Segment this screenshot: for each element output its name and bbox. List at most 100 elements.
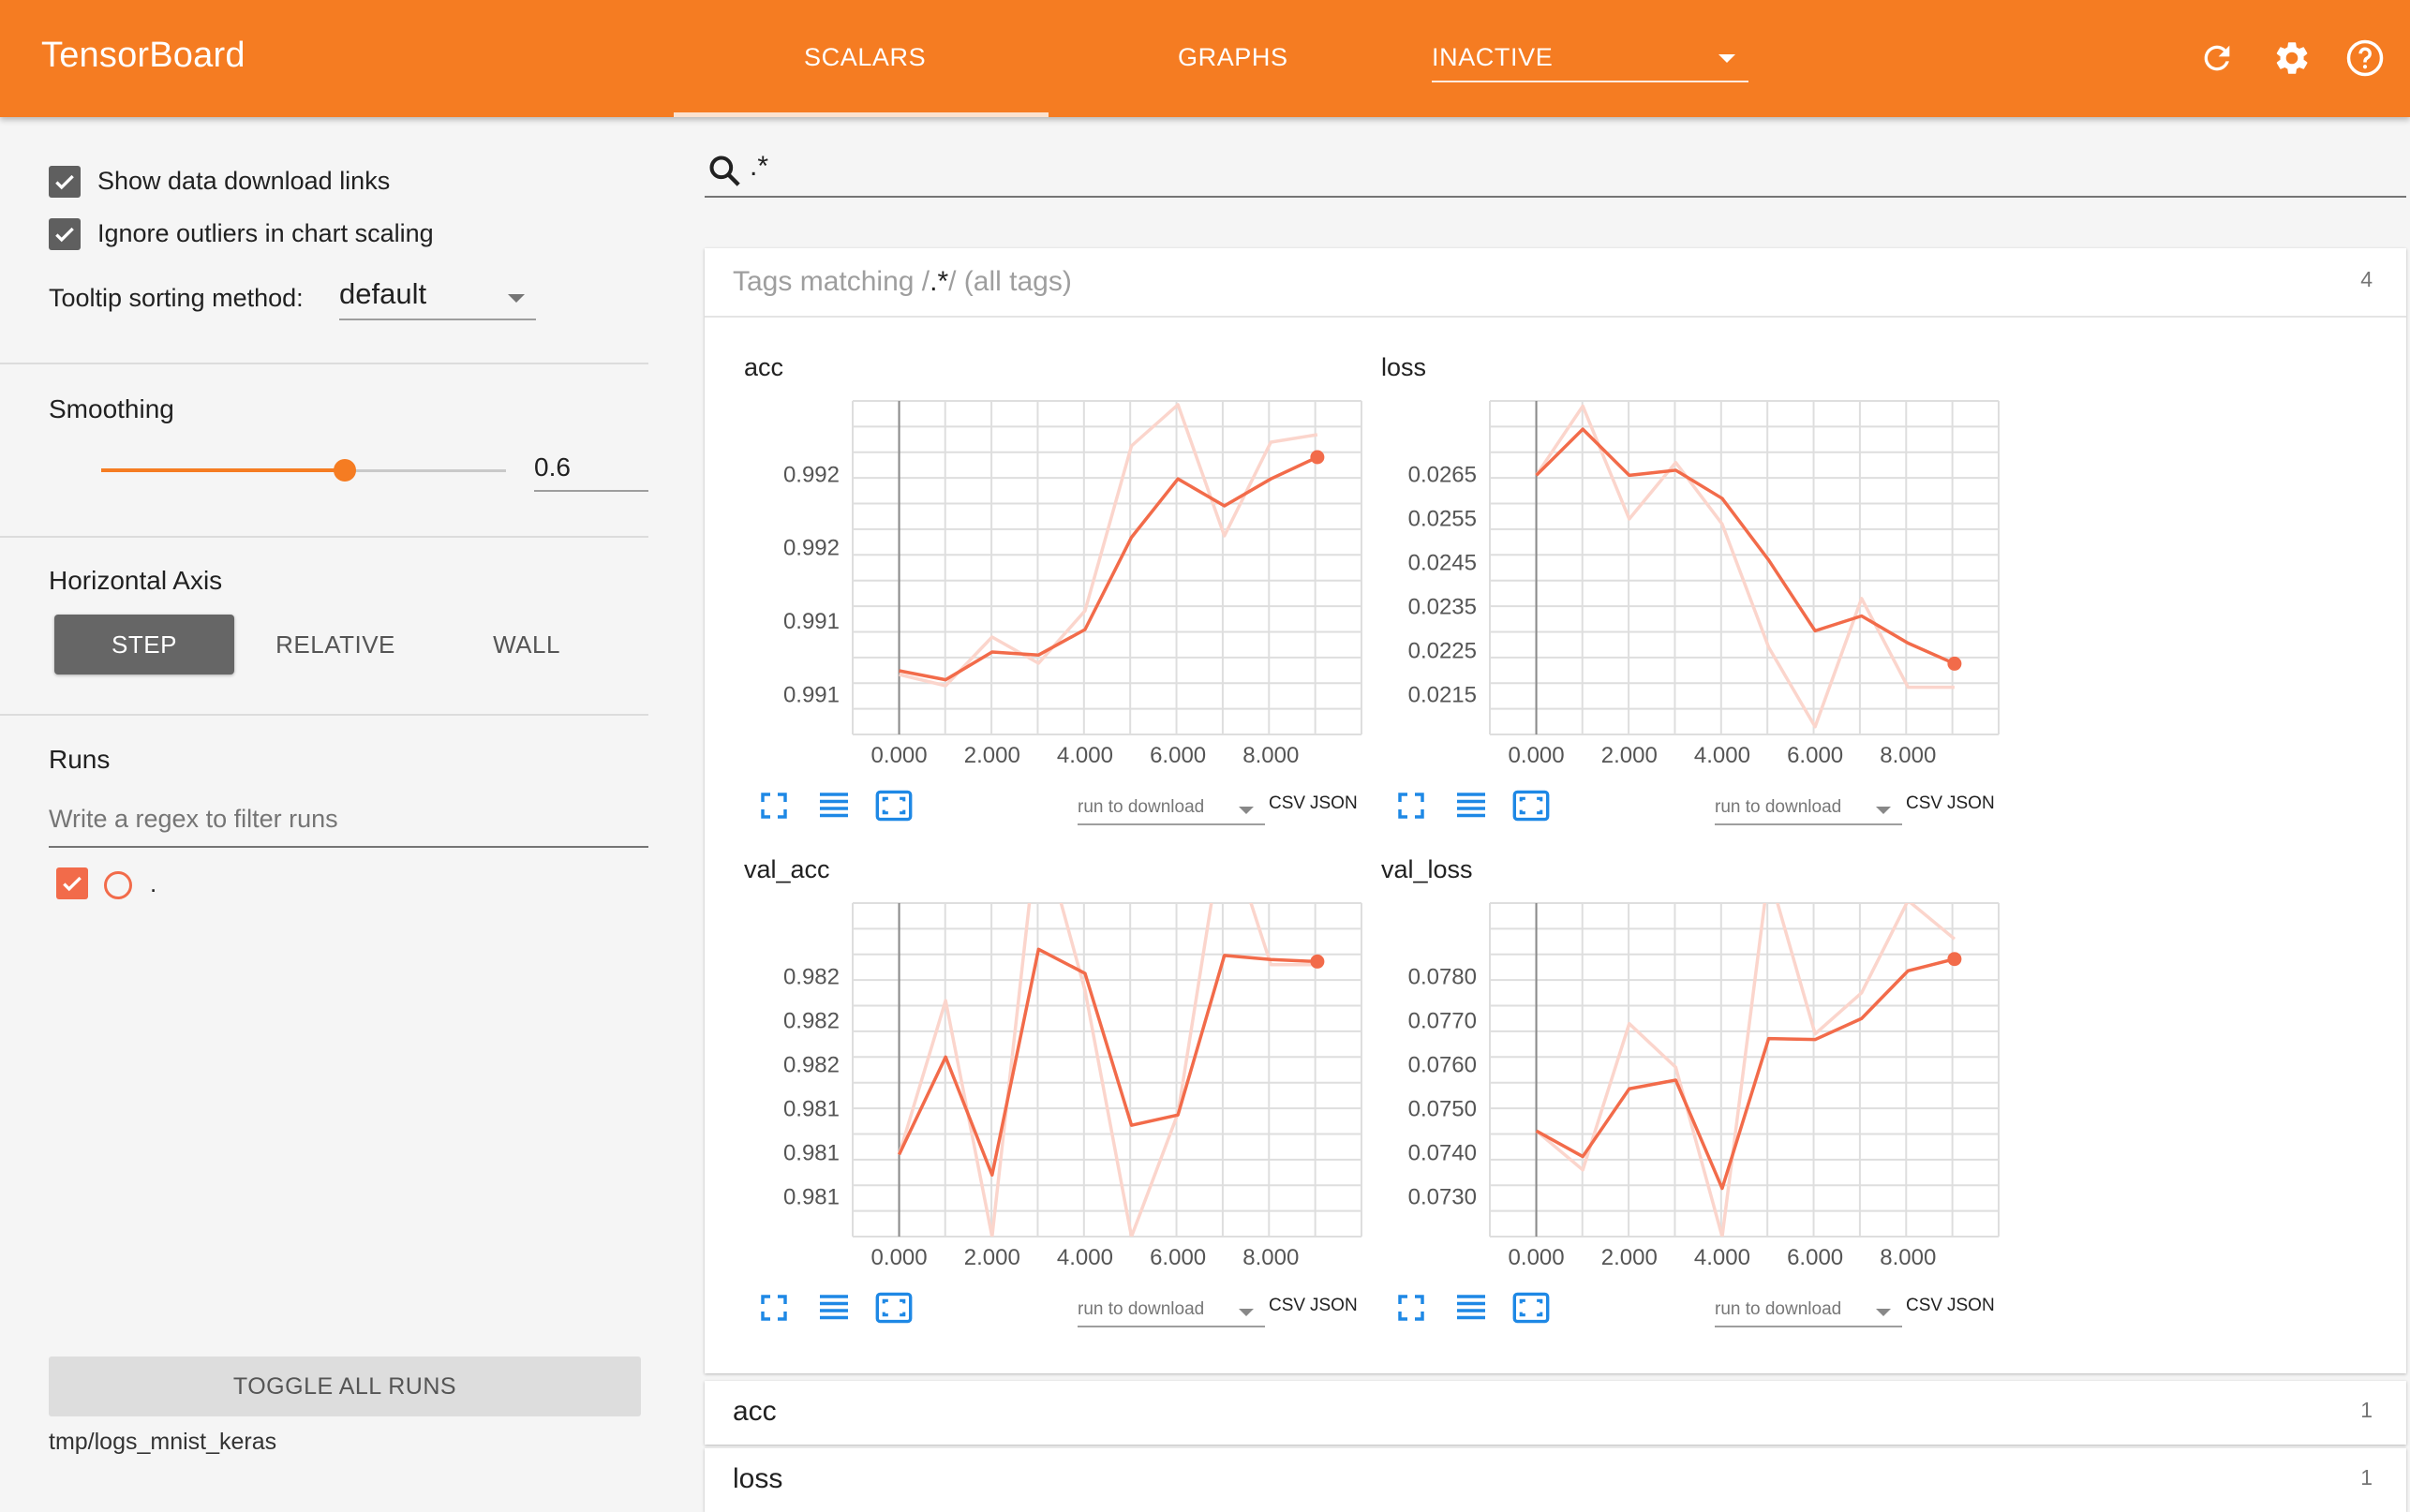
y-tick-label: 0.981 bbox=[783, 1096, 840, 1121]
settings-gear-icon[interactable] bbox=[2271, 37, 2313, 79]
tag-group-suffix: / (all tags) bbox=[948, 266, 1072, 297]
download-json-link[interactable]: JSON bbox=[1947, 793, 1995, 814]
y-tick-label: 0.991 bbox=[783, 609, 840, 634]
download-json-link[interactable]: JSON bbox=[1310, 793, 1358, 814]
y-tick-label: 0.0740 bbox=[1408, 1140, 1477, 1165]
download-csv-link[interactable]: CSV bbox=[1906, 1296, 1942, 1316]
chart-acc[interactable]: 0.991 0.991 0.992 0.992 0.000 2.000 4.000 6.000… bbox=[740, 384, 1377, 783]
tooltip-sorting-select[interactable]: default bbox=[339, 277, 536, 320]
fullscreen-icon[interactable] bbox=[755, 787, 793, 824]
ignore-outliers-label: Ignore outliers in chart scaling bbox=[97, 219, 434, 247]
toggle-log-scale-icon[interactable] bbox=[815, 787, 853, 824]
tag-group-count: 4 bbox=[2360, 267, 2373, 291]
fit-domain-icon[interactable] bbox=[875, 1289, 913, 1327]
toggle-log-scale-icon[interactable] bbox=[1452, 1289, 1490, 1327]
tab-scalars[interactable]: SCALARS bbox=[804, 43, 926, 72]
toggle-log-scale-icon[interactable] bbox=[815, 1289, 853, 1327]
tag-group-header[interactable]: Tags matching /.*/ (all tags) 4 bbox=[705, 248, 2406, 318]
chart-title-val-acc: val_acc bbox=[744, 855, 830, 883]
toggle-all-runs-button[interactable]: TOGGLE ALL RUNS bbox=[49, 1356, 641, 1416]
run-to-download-select[interactable]: run to download bbox=[1078, 1292, 1265, 1327]
download-json-link[interactable]: JSON bbox=[1947, 1296, 1995, 1316]
run-to-download-select[interactable]: run to download bbox=[1715, 1292, 1902, 1327]
x-tick-label: 8.000 bbox=[1242, 743, 1299, 768]
download-json-link[interactable]: JSON bbox=[1310, 1296, 1358, 1316]
divider bbox=[0, 714, 648, 716]
raw-series-line bbox=[1535, 404, 1955, 729]
run-to-download-select[interactable]: run to download bbox=[1715, 790, 1902, 825]
y-tick-label: 0.0215 bbox=[1408, 682, 1477, 707]
smoothing-slider-knob[interactable] bbox=[334, 459, 356, 482]
collapsed-group-title: loss bbox=[733, 1463, 783, 1494]
y-tick-label: 0.0225 bbox=[1408, 638, 1477, 663]
collapsed-group-acc[interactable]: acc 1 bbox=[705, 1381, 2406, 1445]
tooltip-sorting-label: Tooltip sorting method: bbox=[49, 284, 304, 312]
chart-val-acc[interactable]: 0.981 0.981 0.981 0.982 0.982 0.982 0.000 2.000… bbox=[740, 886, 1377, 1285]
tooltip-sorting-value: default bbox=[339, 277, 427, 310]
fullscreen-icon[interactable] bbox=[1392, 1289, 1430, 1327]
help-icon[interactable] bbox=[2344, 37, 2386, 79]
run-color-radio[interactable] bbox=[104, 871, 132, 899]
smoothing-value-input[interactable]: 0.6 bbox=[534, 452, 648, 492]
axis-relative-button[interactable]: RELATIVE bbox=[245, 615, 425, 674]
sidebar: Show data download links Ignore outliers… bbox=[0, 117, 648, 1497]
show-download-links-checkbox[interactable] bbox=[49, 166, 81, 198]
download-csv-link[interactable]: CSV bbox=[1269, 1296, 1305, 1316]
y-tick-label: 0.0255 bbox=[1408, 506, 1477, 531]
chart-val-loss[interactable]: 0.0730 0.0740 0.0750 0.0760 0.0770 0.0780 0.00… bbox=[1377, 886, 2015, 1285]
x-tick-label: 4.000 bbox=[1694, 743, 1750, 768]
dropdown-caret-icon bbox=[1239, 1309, 1254, 1316]
x-tick-label: 6.000 bbox=[1150, 1245, 1206, 1270]
show-download-links-label: Show data download links bbox=[97, 167, 391, 195]
tag-filter-search[interactable]: .* bbox=[705, 143, 2406, 198]
y-tick-label: 0.0750 bbox=[1408, 1096, 1477, 1121]
axis-wall-button[interactable]: WALL bbox=[437, 615, 617, 674]
top-app-bar: TensorBoard SCALARS GRAPHS INACTIVE bbox=[0, 0, 2410, 117]
x-tick-label: 4.000 bbox=[1694, 1245, 1750, 1270]
fullscreen-icon[interactable] bbox=[1392, 787, 1430, 824]
download-csv-link[interactable]: CSV bbox=[1906, 793, 1942, 814]
y-tick-label: 0.0245 bbox=[1408, 550, 1477, 575]
chart-grid bbox=[852, 902, 1362, 1238]
inactive-dashboards-select[interactable]: INACTIVE bbox=[1432, 43, 1748, 82]
chart-loss[interactable]: 0.0215 0.0225 0.0235 0.0245 0.0255 0.0265 0.00… bbox=[1377, 384, 2015, 783]
search-icon bbox=[709, 156, 740, 186]
x-tick-label: 2.000 bbox=[1601, 743, 1658, 768]
runs-filter-placeholder: Write a regex to filter runs bbox=[49, 805, 338, 833]
x-tick-label: 4.000 bbox=[1057, 743, 1113, 768]
smoothed-series-line bbox=[899, 455, 1318, 682]
dropdown-caret-icon bbox=[508, 294, 525, 303]
raw-series-line bbox=[899, 403, 1318, 688]
runs-label: Runs bbox=[49, 745, 111, 774]
last-point-marker bbox=[1947, 952, 1962, 967]
x-tick-label: 2.000 bbox=[964, 1245, 1020, 1270]
y-tick-label: 0.991 bbox=[783, 682, 840, 707]
x-tick-label: 2.000 bbox=[964, 743, 1020, 768]
search-input-value[interactable]: .* bbox=[750, 151, 768, 183]
fullscreen-icon[interactable] bbox=[755, 1289, 793, 1327]
fit-domain-icon[interactable] bbox=[1512, 1289, 1550, 1327]
dropdown-caret-icon bbox=[1876, 1309, 1891, 1316]
fit-domain-icon[interactable] bbox=[1512, 787, 1550, 824]
run-to-download-select[interactable]: run to download bbox=[1078, 790, 1265, 825]
axis-step-button[interactable]: STEP bbox=[54, 615, 234, 674]
tab-graphs[interactable]: GRAPHS bbox=[1178, 43, 1288, 72]
smoothing-label: Smoothing bbox=[49, 394, 174, 423]
smoothed-series-line bbox=[898, 947, 1317, 1178]
tag-group-prefix: Tags matching / bbox=[733, 266, 930, 297]
download-csv-link[interactable]: CSV bbox=[1269, 793, 1305, 814]
run-checkbox[interactable] bbox=[56, 867, 88, 899]
y-tick-label: 0.992 bbox=[783, 536, 840, 561]
fit-domain-icon[interactable] bbox=[875, 787, 913, 824]
runs-filter-input[interactable]: Write a regex to filter runs bbox=[49, 805, 648, 848]
y-tick-label: 0.0780 bbox=[1408, 964, 1477, 989]
last-point-marker bbox=[1947, 656, 1962, 671]
ignore-outliers-checkbox[interactable] bbox=[49, 218, 81, 250]
tag-group-title: Tags matching /.*/ (all tags) bbox=[733, 266, 1072, 298]
collapsed-group-loss[interactable]: loss 1 bbox=[705, 1448, 2406, 1512]
toggle-log-scale-icon[interactable] bbox=[1452, 787, 1490, 824]
reload-icon[interactable] bbox=[2196, 37, 2238, 79]
last-point-marker bbox=[1310, 450, 1325, 465]
chart-title-loss: loss bbox=[1381, 353, 1427, 381]
last-point-marker bbox=[1310, 954, 1325, 969]
